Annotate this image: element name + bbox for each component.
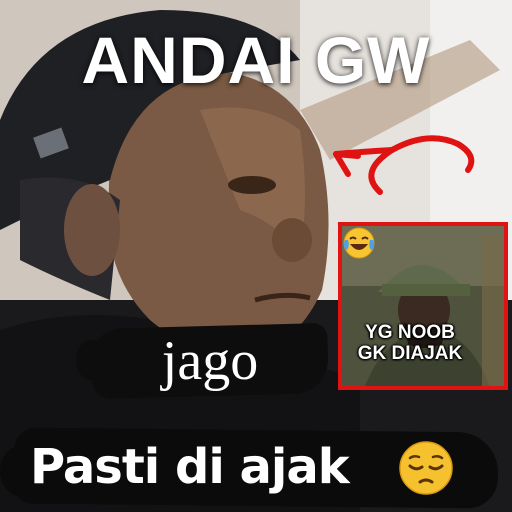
pensive-face-emoji-icon: [399, 441, 453, 495]
curved-arrow-icon: [333, 135, 475, 195]
laughing-tears-emoji-icon: [343, 227, 375, 259]
inset-caption-line-1: YG NOOB: [365, 322, 455, 343]
bottom-caption: Pasti di ajak: [30, 439, 350, 495]
middle-caption: jago: [161, 330, 259, 392]
inset-caption-line-2: GK DIAJAK: [357, 343, 463, 364]
meme-image: ANDAI GW YG NOOB GK DIAJAK jago Pasti di…: [0, 0, 512, 512]
top-caption: ANDAI GW: [81, 23, 431, 97]
inset-caption: YG NOOB GK DIAJAK: [346, 322, 474, 364]
inset-photo-frame: YG NOOB GK DIAJAK: [338, 222, 508, 390]
